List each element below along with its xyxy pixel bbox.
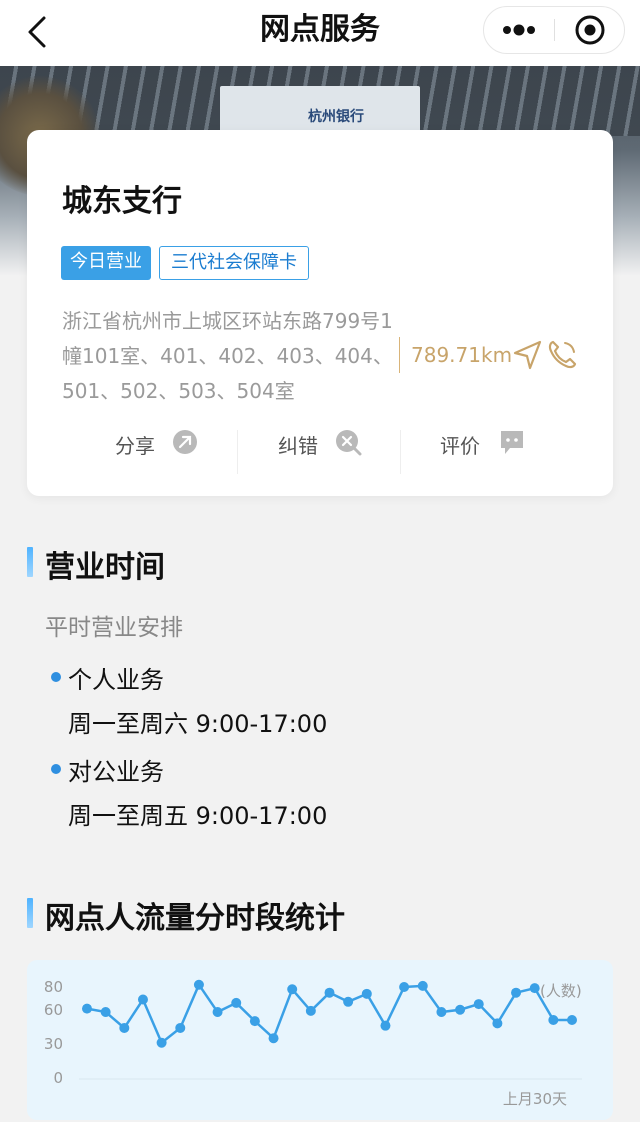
share-button[interactable]: 分享 <box>27 420 237 466</box>
data-point <box>268 1033 279 1044</box>
data-point <box>82 1003 92 1014</box>
distance-text: 789.71km <box>411 343 513 367</box>
data-point <box>231 997 242 1008</box>
y-tick-label: 80 <box>44 978 63 996</box>
data-point <box>567 1014 577 1025</box>
correction-label: 纠错 <box>278 434 318 458</box>
branch-address: 浙江省杭州市上城区环站东路799号1幢101室、401、402、403、404、… <box>62 309 393 403</box>
hours-section-title: 营业时间 <box>45 550 165 585</box>
more-dots-icon <box>503 24 535 36</box>
data-point <box>305 1005 316 1016</box>
comment-button[interactable]: 评价 <box>401 420 613 466</box>
navigate-button[interactable] <box>511 338 545 372</box>
share-label: 分享 <box>115 434 155 458</box>
data-point <box>473 999 484 1010</box>
traffic-chart: 0 30 60 80 (人数) 上月30天 <box>27 960 613 1120</box>
data-point <box>417 980 428 991</box>
data-point <box>100 1007 111 1018</box>
phone-icon <box>548 340 577 369</box>
data-point <box>455 1004 466 1015</box>
corporate-business-label: 对公业务 <box>68 758 164 786</box>
branch-card: 城东支行 今日营业 三代社会保障卡 浙江省杭州市上城区环站东路799号1幢101… <box>27 130 613 496</box>
data-point <box>119 1022 130 1033</box>
data-point <box>324 987 335 998</box>
comment-icon <box>501 431 523 454</box>
data-point <box>156 1037 167 1048</box>
close-program-button[interactable] <box>556 7 624 53</box>
x-end-label: 上月30天 <box>503 1090 567 1108</box>
photo-sign-text: 杭州银行 <box>308 109 364 125</box>
mini-program-capsule <box>483 6 625 54</box>
data-point <box>511 987 522 998</box>
nav-bar: 网点服务 <box>0 0 640 66</box>
branch-name: 城东支行 <box>62 184 182 219</box>
bullet-dot <box>51 672 61 682</box>
data-point <box>249 1016 260 1027</box>
corporate-business-hours: 周一至周五 9:00-17:00 <box>68 802 328 830</box>
capsule-divider <box>554 19 555 41</box>
traffic-section-title: 网点人流量分时段统计 <box>45 901 345 936</box>
address-divider <box>399 337 400 373</box>
unit-label: (人数) <box>540 982 582 1000</box>
bullet-dot <box>51 764 61 774</box>
data-point <box>380 1020 391 1031</box>
correction-icon <box>336 430 362 456</box>
target-icon <box>575 15 605 45</box>
section-marker <box>27 547 33 577</box>
comment-label: 评价 <box>440 434 480 458</box>
share-icon <box>173 430 197 454</box>
data-point <box>193 979 204 990</box>
data-point <box>212 1007 223 1018</box>
data-point <box>399 982 410 992</box>
data-point <box>361 988 372 999</box>
data-point <box>343 996 354 1007</box>
data-point <box>175 1022 186 1033</box>
open-today-badge: 今日营业 <box>61 246 151 280</box>
data-point <box>137 994 148 1005</box>
call-button[interactable] <box>545 338 579 372</box>
traffic-line-chart: 0 30 60 80 (人数) 上月30天 <box>44 978 582 1108</box>
data-point <box>492 1018 503 1029</box>
data-point <box>548 1014 559 1025</box>
personal-business-hours: 周一至周六 9:00-17:00 <box>68 710 328 738</box>
section-marker <box>27 898 33 928</box>
hours-subtitle: 平时营业安排 <box>45 615 183 641</box>
y-tick-label: 30 <box>44 1035 63 1053</box>
data-point <box>287 984 298 995</box>
navigation-arrow-icon <box>513 340 542 370</box>
y-tick-label: 60 <box>44 1001 63 1019</box>
data-point <box>529 983 540 994</box>
social-card-badge: 三代社会保障卡 <box>159 246 309 280</box>
personal-business-label: 个人业务 <box>68 666 164 694</box>
y-tick-label: 0 <box>53 1069 63 1087</box>
data-point <box>436 1007 447 1018</box>
more-button[interactable] <box>484 7 554 53</box>
correction-button[interactable]: 纠错 <box>238 420 400 466</box>
